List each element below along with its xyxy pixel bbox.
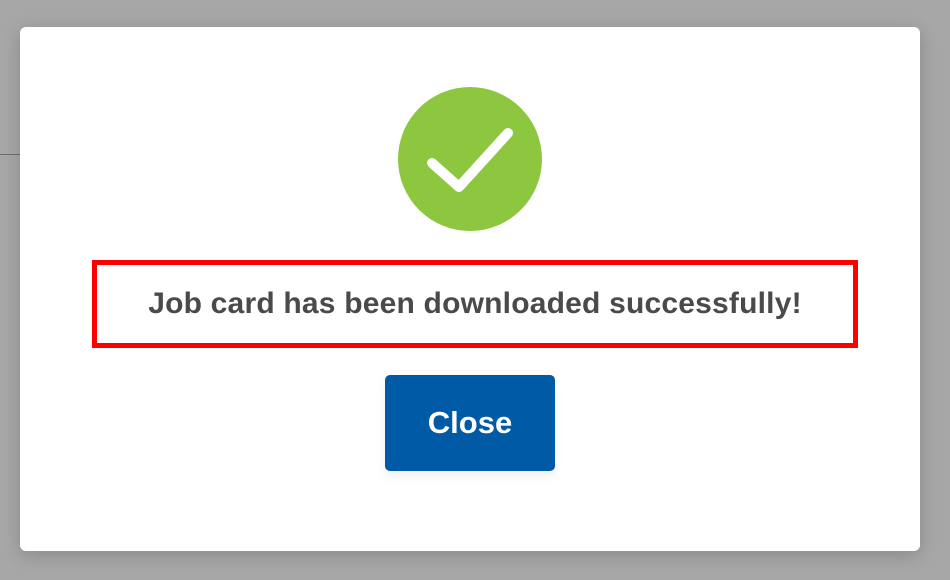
message-highlight-box: Job card has been downloaded successfull… — [92, 260, 858, 348]
success-dialog: Job card has been downloaded successfull… — [20, 27, 920, 551]
background-divider — [0, 154, 22, 155]
close-button[interactable]: Close — [385, 375, 555, 471]
checkmark-icon — [427, 128, 513, 192]
checkmark-circle-icon — [398, 87, 542, 231]
success-message: Job card has been downloaded successfull… — [148, 287, 802, 320]
